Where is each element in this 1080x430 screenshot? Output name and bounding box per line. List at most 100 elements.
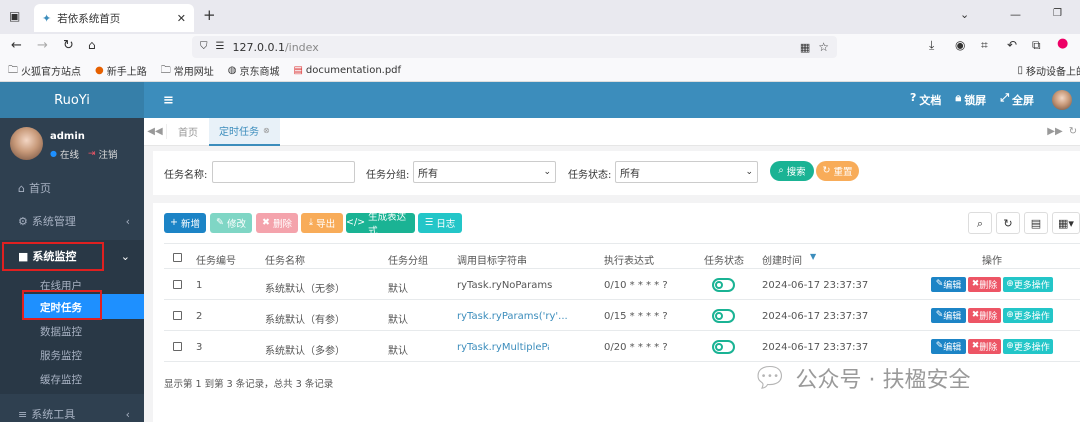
back-icon[interactable]: ← — [11, 39, 22, 52]
sidebar-item-system-mgmt[interactable]: ⚙ 系统管理 ‹ — [0, 205, 144, 237]
columns-button[interactable]: ▦▾ — [1052, 212, 1080, 234]
bookmark-item[interactable]: ▤ documentation.pdf — [293, 65, 401, 76]
forward-icon[interactable]: → — [37, 39, 48, 52]
home-icon: ⌂ — [18, 181, 25, 195]
extensions-icon[interactable]: ⧉ — [1032, 39, 1041, 51]
ruoyi-favicon-icon: ✦ — [42, 11, 52, 25]
cron-generator-button[interactable]: </> 生成表达式 — [346, 212, 415, 237]
job-status-toggle[interactable] — [712, 278, 735, 292]
globe-icon: ◍ — [227, 64, 237, 76]
sidebar-item-server-monitor[interactable]: 服务监控 — [40, 348, 82, 363]
bookmark-item[interactable]: 🗀 常用网址 — [161, 63, 214, 78]
log-button[interactable]: ☰ 日志 — [418, 213, 462, 233]
row-edit-button[interactable]: ✎ 编辑 — [931, 339, 966, 354]
url-host: 127.0.0.1 — [232, 40, 285, 54]
qr-code-icon[interactable]: ▦ — [800, 42, 810, 53]
job-status-toggle[interactable] — [712, 340, 735, 354]
tabs-scroll-left-icon[interactable]: ◀◀ — [144, 126, 166, 137]
th-invoke-target[interactable]: 调用目标字符串 — [457, 252, 527, 267]
crop-icon[interactable]: ⌗ — [981, 39, 988, 51]
row-delete-button[interactable]: ✖ 删除 — [968, 339, 1001, 354]
download-icon[interactable]: ⤓ — [929, 39, 934, 51]
cell-invoke-target[interactable]: ryTask.ryMultipleParams... — [457, 342, 549, 353]
th-job-id[interactable]: 任务编号 — [196, 252, 236, 267]
row-delete-button[interactable]: ✖ 删除 — [968, 308, 1001, 323]
toggle-view-button[interactable]: ▤ — [1024, 212, 1048, 234]
select-all-checkbox[interactable] — [173, 253, 182, 262]
undo-icon[interactable]: ↶ — [1007, 39, 1017, 51]
tab-scheduled-jobs[interactable]: 定时任务 ⊗ — [209, 117, 280, 146]
job-name-input[interactable] — [212, 161, 355, 183]
chevron-down-icon[interactable]: ⌄ — [960, 9, 969, 20]
th-job-name[interactable]: 任务名称 — [265, 252, 305, 267]
row-checkbox[interactable] — [173, 342, 182, 351]
row-edit-button[interactable]: ✎ 编辑 — [931, 308, 966, 323]
bookmark-star-icon[interactable]: ☆ — [818, 41, 829, 53]
edit-button[interactable]: ✎ 修改 — [210, 213, 252, 233]
app-logo[interactable]: RuoYi — [0, 82, 144, 118]
cell-invoke-target[interactable]: ryTask.ryParams('ry'... — [457, 311, 568, 322]
account-icon[interactable]: ◉ — [955, 39, 965, 51]
bookmark-item[interactable]: 🗀 火狐官方站点 — [8, 63, 81, 78]
job-group-select[interactable]: 所有 ⌄ — [413, 161, 556, 183]
sidebar-item-data-monitor[interactable]: 数据监控 — [40, 324, 82, 339]
refresh-icon: ↻ — [1003, 216, 1013, 230]
row-checkbox[interactable] — [173, 311, 182, 320]
row-edit-button[interactable]: ✎ 编辑 — [931, 277, 966, 292]
refresh-icon[interactable]: ↻ — [1066, 126, 1080, 137]
th-create-time[interactable]: 创建时间 — [762, 252, 802, 267]
profile-avatar-icon[interactable]: ● — [1057, 37, 1068, 50]
th-job-group[interactable]: 任务分组 — [388, 252, 428, 267]
logout-icon[interactable]: ⇥ — [88, 149, 96, 159]
mobile-bookmarks[interactable]: ▯ 移动设备上的 — [1017, 63, 1080, 78]
reload-icon[interactable]: ↻ — [63, 39, 74, 52]
export-button[interactable]: ⤓ 导出 — [301, 213, 343, 233]
close-icon[interactable]: ✕ — [177, 13, 186, 24]
row-more-button[interactable]: ⊕ 更多操作 — [1003, 339, 1053, 354]
top-navbar: ≡ ? 文档 🔒︎ 锁屏 ⤢ 全屏 — [144, 82, 1080, 118]
reset-button[interactable]: ↻ 重置 — [816, 161, 859, 181]
home-icon[interactable]: ⌂ — [88, 39, 96, 51]
th-cron-expression[interactable]: 执行表达式 — [604, 252, 654, 267]
tab-overview-icon[interactable]: ▣ — [9, 10, 20, 22]
reset-button-label: 重置 — [833, 167, 853, 178]
sidebar-item-home[interactable]: ⌂ 首页 — [0, 172, 144, 204]
row-more-button[interactable]: ⊕ 更多操作 — [1003, 308, 1053, 323]
url-bar[interactable]: ⛉ ☰ 127.0.0.1/index ▦ ☆ — [192, 36, 837, 58]
row-delete-button[interactable]: ✖ 删除 — [968, 277, 1001, 292]
row-checkbox[interactable] — [173, 280, 182, 289]
sidebar-item-cache-monitor[interactable]: 缓存监控 — [40, 372, 82, 387]
tab-home[interactable]: 首页 — [166, 124, 209, 139]
job-status-select[interactable]: 所有 ⌄ — [615, 161, 758, 183]
fullscreen-link[interactable]: ⤢ 全屏 — [1000, 92, 1034, 108]
bookmark-item[interactable]: ● 新手上路 — [95, 63, 147, 78]
delete-button[interactable]: ✖ 删除 — [256, 213, 298, 233]
row-more-button[interactable]: ⊕ 更多操作 — [1003, 277, 1053, 292]
online-label: 在线 — [59, 150, 79, 161]
search-toggle-button[interactable]: ⌕ — [968, 212, 992, 234]
th-job-status[interactable]: 任务状态 — [704, 252, 744, 267]
new-tab-icon[interactable]: + — [203, 8, 216, 23]
sort-desc-icon[interactable]: ▼ — [810, 253, 816, 261]
minimize-icon[interactable]: — — [1010, 9, 1021, 20]
browser-tab[interactable]: ✦ 若依系统首页 ✕ — [34, 4, 194, 32]
add-button[interactable]: + 新增 — [164, 213, 206, 233]
hamburger-menu-icon[interactable]: ≡ — [163, 94, 174, 107]
search-button[interactable]: ⌕ 搜索 — [770, 161, 814, 181]
bookmark-item[interactable]: ◍ 京东商城 — [228, 63, 280, 78]
lock-screen-link[interactable]: 🔒︎ 锁屏 — [955, 92, 986, 108]
sidebar-item-label: 系统管理 — [31, 215, 76, 228]
logout-link[interactable]: 注销 — [99, 147, 118, 161]
refresh-button[interactable]: ↻ — [996, 212, 1020, 234]
shield-icon[interactable]: ⛉ — [200, 42, 208, 52]
restore-icon[interactable]: ❐ — [1053, 9, 1062, 19]
tabs-scroll-right-icon[interactable]: ▶▶ — [1044, 126, 1066, 137]
page-info-icon[interactable]: ☰ — [216, 42, 225, 52]
job-status-toggle[interactable] — [712, 309, 735, 323]
cell-create-time: 2024-06-17 23:37:37 — [762, 311, 869, 322]
avatar[interactable] — [1052, 90, 1072, 110]
close-icon[interactable]: ⊗ — [263, 126, 270, 135]
avatar[interactable] — [10, 127, 43, 160]
docs-link[interactable]: ? 文档 — [910, 92, 941, 108]
sidebar-item-system-tools[interactable]: ≡ 系统工具 ‹ — [0, 398, 144, 430]
